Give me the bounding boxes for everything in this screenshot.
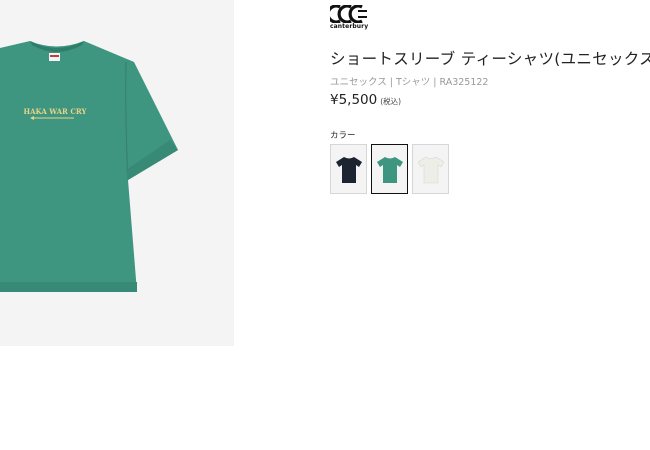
product-image[interactable]: HAKA WAR CRY <box>0 0 234 346</box>
product-price: ¥5,500 (税込) <box>330 92 401 108</box>
tshirt-icon <box>418 156 444 184</box>
color-swatches <box>330 144 449 194</box>
product-meta: ユニセックス | Tシャツ | RA325122 <box>330 77 489 88</box>
color-swatch-white[interactable] <box>412 144 449 194</box>
brand-logo[interactable]: canterbury <box>330 5 368 31</box>
color-swatch-navy[interactable] <box>330 144 367 194</box>
shirt-print-text: HAKA WAR CRY <box>24 107 88 116</box>
color-label: カラー <box>330 131 356 141</box>
tshirt-icon <box>336 157 362 183</box>
tshirt-image: HAKA WAR CRY <box>0 41 178 292</box>
color-swatch-green[interactable] <box>371 144 408 194</box>
tshirt-icon <box>377 157 403 183</box>
price-value: ¥5,500 <box>330 92 378 108</box>
ccc-logo-icon <box>330 5 367 23</box>
tax-label: (税込) <box>380 97 402 106</box>
product-title: ショートスリーブ ティーシャツ(ユニセックス) <box>330 50 650 68</box>
brand-name: canterbury <box>330 23 369 30</box>
